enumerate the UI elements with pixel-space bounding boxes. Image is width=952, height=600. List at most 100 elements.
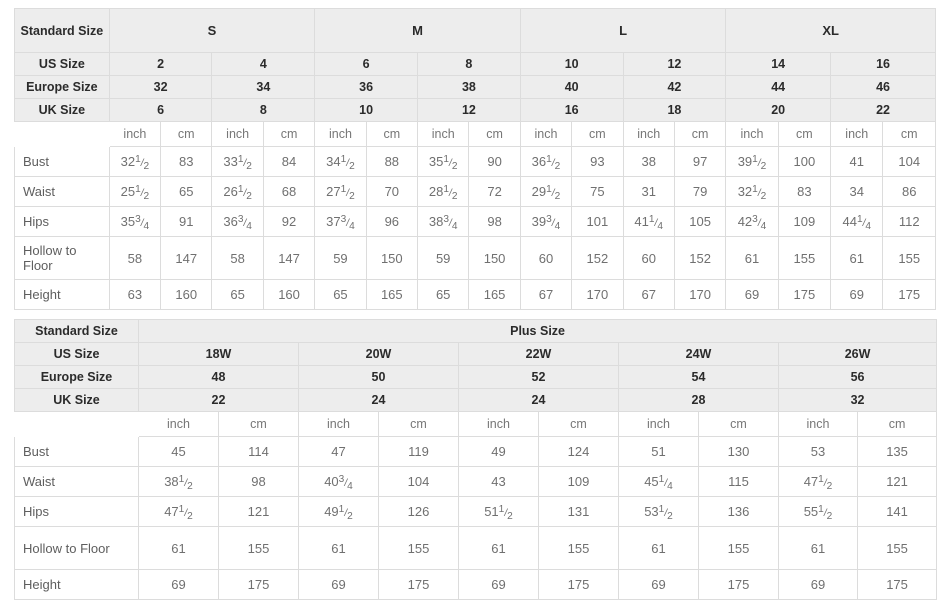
measurement-cell: 451/4 (618, 466, 699, 497)
measurement-cell: 471/2 (778, 466, 858, 497)
plus-standard-size-header-row: Standard Size Plus Size (14, 319, 938, 343)
measurement-cell: 98 (468, 206, 521, 237)
unit-cell: inch (519, 121, 573, 147)
us-size-cell: 12 (622, 52, 727, 76)
measurement-cell: 45 (138, 436, 219, 467)
measurement-cell: 65 (211, 279, 264, 310)
unit-cell: inch (416, 121, 470, 147)
us-size-cell: 4 (211, 52, 316, 76)
measurement-cell: 60 (622, 236, 675, 280)
measurement-cell: 91 (160, 206, 213, 237)
unit-cell: cm (538, 411, 619, 437)
measurement-cell: 96 (365, 206, 419, 237)
measurement-cell: 281/2 (416, 176, 470, 207)
uk-size-cell: 20 (725, 98, 832, 122)
measurement-cell: 331/2 (211, 146, 264, 177)
row-label-standard-size: Standard Size (14, 319, 139, 343)
measurement-cell: 155 (538, 526, 619, 570)
europe-size-cell: 56 (777, 365, 938, 389)
unit-cell: cm (160, 121, 213, 147)
uk-size-cell: 18 (622, 98, 727, 122)
uk-size-cell: 22 (138, 388, 299, 412)
measurement-cell: 170 (673, 279, 727, 310)
measurement-cell: 68 (262, 176, 316, 207)
uk-size-cell: 16 (519, 98, 624, 122)
measurement-cell: 69 (618, 569, 699, 600)
measurement-cell: 511/2 (458, 496, 539, 527)
measurement-cell: 175 (218, 569, 299, 600)
uk-size-row: UK Size 6 8 10 12 16 18 20 22 (14, 98, 936, 122)
europe-size-cell: 40 (519, 75, 624, 99)
unit-cell: cm (571, 121, 624, 147)
measurement-label: Bust (14, 146, 110, 177)
measurement-cell: 49 (458, 436, 539, 467)
measurement-cell: 165 (468, 279, 521, 310)
europe-size-cell: 50 (298, 365, 459, 389)
measurement-cell: 423/4 (725, 206, 779, 237)
plus-size-group-label: Plus Size (137, 319, 938, 343)
measurement-cell: 441/4 (830, 206, 884, 237)
measurement-cell: 160 (262, 279, 316, 310)
row-label-standard-size: Standard Size (14, 8, 110, 53)
table-row: Height 63 160 65 160 65 165 65 165 67 17… (14, 279, 936, 310)
measurement-label: Hollow to Floor (14, 526, 139, 570)
measurement-cell: 67 (519, 279, 573, 310)
unit-cell: cm (856, 411, 938, 437)
measurement-cell: 69 (830, 279, 884, 310)
unit-cell: cm (378, 411, 459, 437)
measurement-cell: 152 (571, 236, 624, 280)
measurement-cell: 175 (882, 279, 936, 310)
measurement-cell: 126 (378, 496, 459, 527)
measurement-cell: 31 (622, 176, 675, 207)
measurement-cell: 353/4 (108, 206, 162, 237)
measurement-cell: 92 (262, 206, 316, 237)
uk-size-cell: 22 (830, 98, 936, 122)
measurement-cell: 393/4 (519, 206, 573, 237)
measurement-cell: 114 (218, 436, 299, 467)
measurement-cell: 321/2 (108, 146, 162, 177)
us-size-cell: 8 (417, 52, 521, 76)
size-group-m: M (314, 8, 521, 53)
measurement-cell: 58 (108, 236, 162, 280)
measurement-cell: 363/4 (211, 206, 264, 237)
unit-cell: inch (725, 121, 779, 147)
row-label-europe-size: Europe Size (14, 365, 139, 389)
size-group-s: S (108, 8, 316, 53)
measurement-cell: 105 (673, 206, 727, 237)
uk-size-cell: 32 (777, 388, 938, 412)
measurement-cell: 361/2 (519, 146, 573, 177)
measurement-cell: 175 (777, 279, 832, 310)
uk-size-cell: 24 (298, 388, 459, 412)
us-size-cell: 24W (618, 342, 779, 366)
unit-cell: inch (298, 411, 379, 437)
measurement-cell: 119 (378, 436, 459, 467)
plus-europe-size-row: Europe Size 48 50 52 54 56 (14, 365, 938, 389)
unit-cell: cm (365, 121, 419, 147)
measurement-cell: 155 (218, 526, 299, 570)
unit-cell: inch (830, 121, 884, 147)
size-group-l: L (519, 8, 727, 53)
measurement-cell: 61 (725, 236, 779, 280)
measurement-cell: 79 (673, 176, 727, 207)
measurement-label: Bust (14, 436, 139, 467)
us-size-cell: 14 (725, 52, 832, 76)
us-size-cell: 6 (314, 52, 418, 76)
measurement-cell: 88 (365, 146, 419, 177)
unit-cell: cm (882, 121, 936, 147)
table-row: Bust 321/2 83 331/2 84 341/2 88 351/2 90… (14, 146, 936, 177)
measurement-cell: 109 (777, 206, 832, 237)
row-label-uk-size: UK Size (14, 98, 110, 122)
measurement-cell: 61 (618, 526, 699, 570)
unit-header-row: inch cm inch cm inch cm inch cm inch cm … (14, 121, 936, 147)
measurement-cell: 97 (673, 146, 727, 177)
measurement-label: Hips (14, 496, 139, 527)
us-size-cell: 10 (519, 52, 624, 76)
uk-size-cell: 10 (314, 98, 418, 122)
measurement-cell: 121 (218, 496, 299, 527)
measurement-cell: 175 (538, 569, 619, 600)
row-label-uk-size: UK Size (14, 388, 139, 412)
measurement-cell: 121 (856, 466, 938, 497)
table-row: Waist 251/2 65 261/2 68 271/2 70 281/2 7… (14, 176, 936, 207)
measurement-cell: 70 (365, 176, 419, 207)
measurement-cell: 61 (138, 526, 219, 570)
